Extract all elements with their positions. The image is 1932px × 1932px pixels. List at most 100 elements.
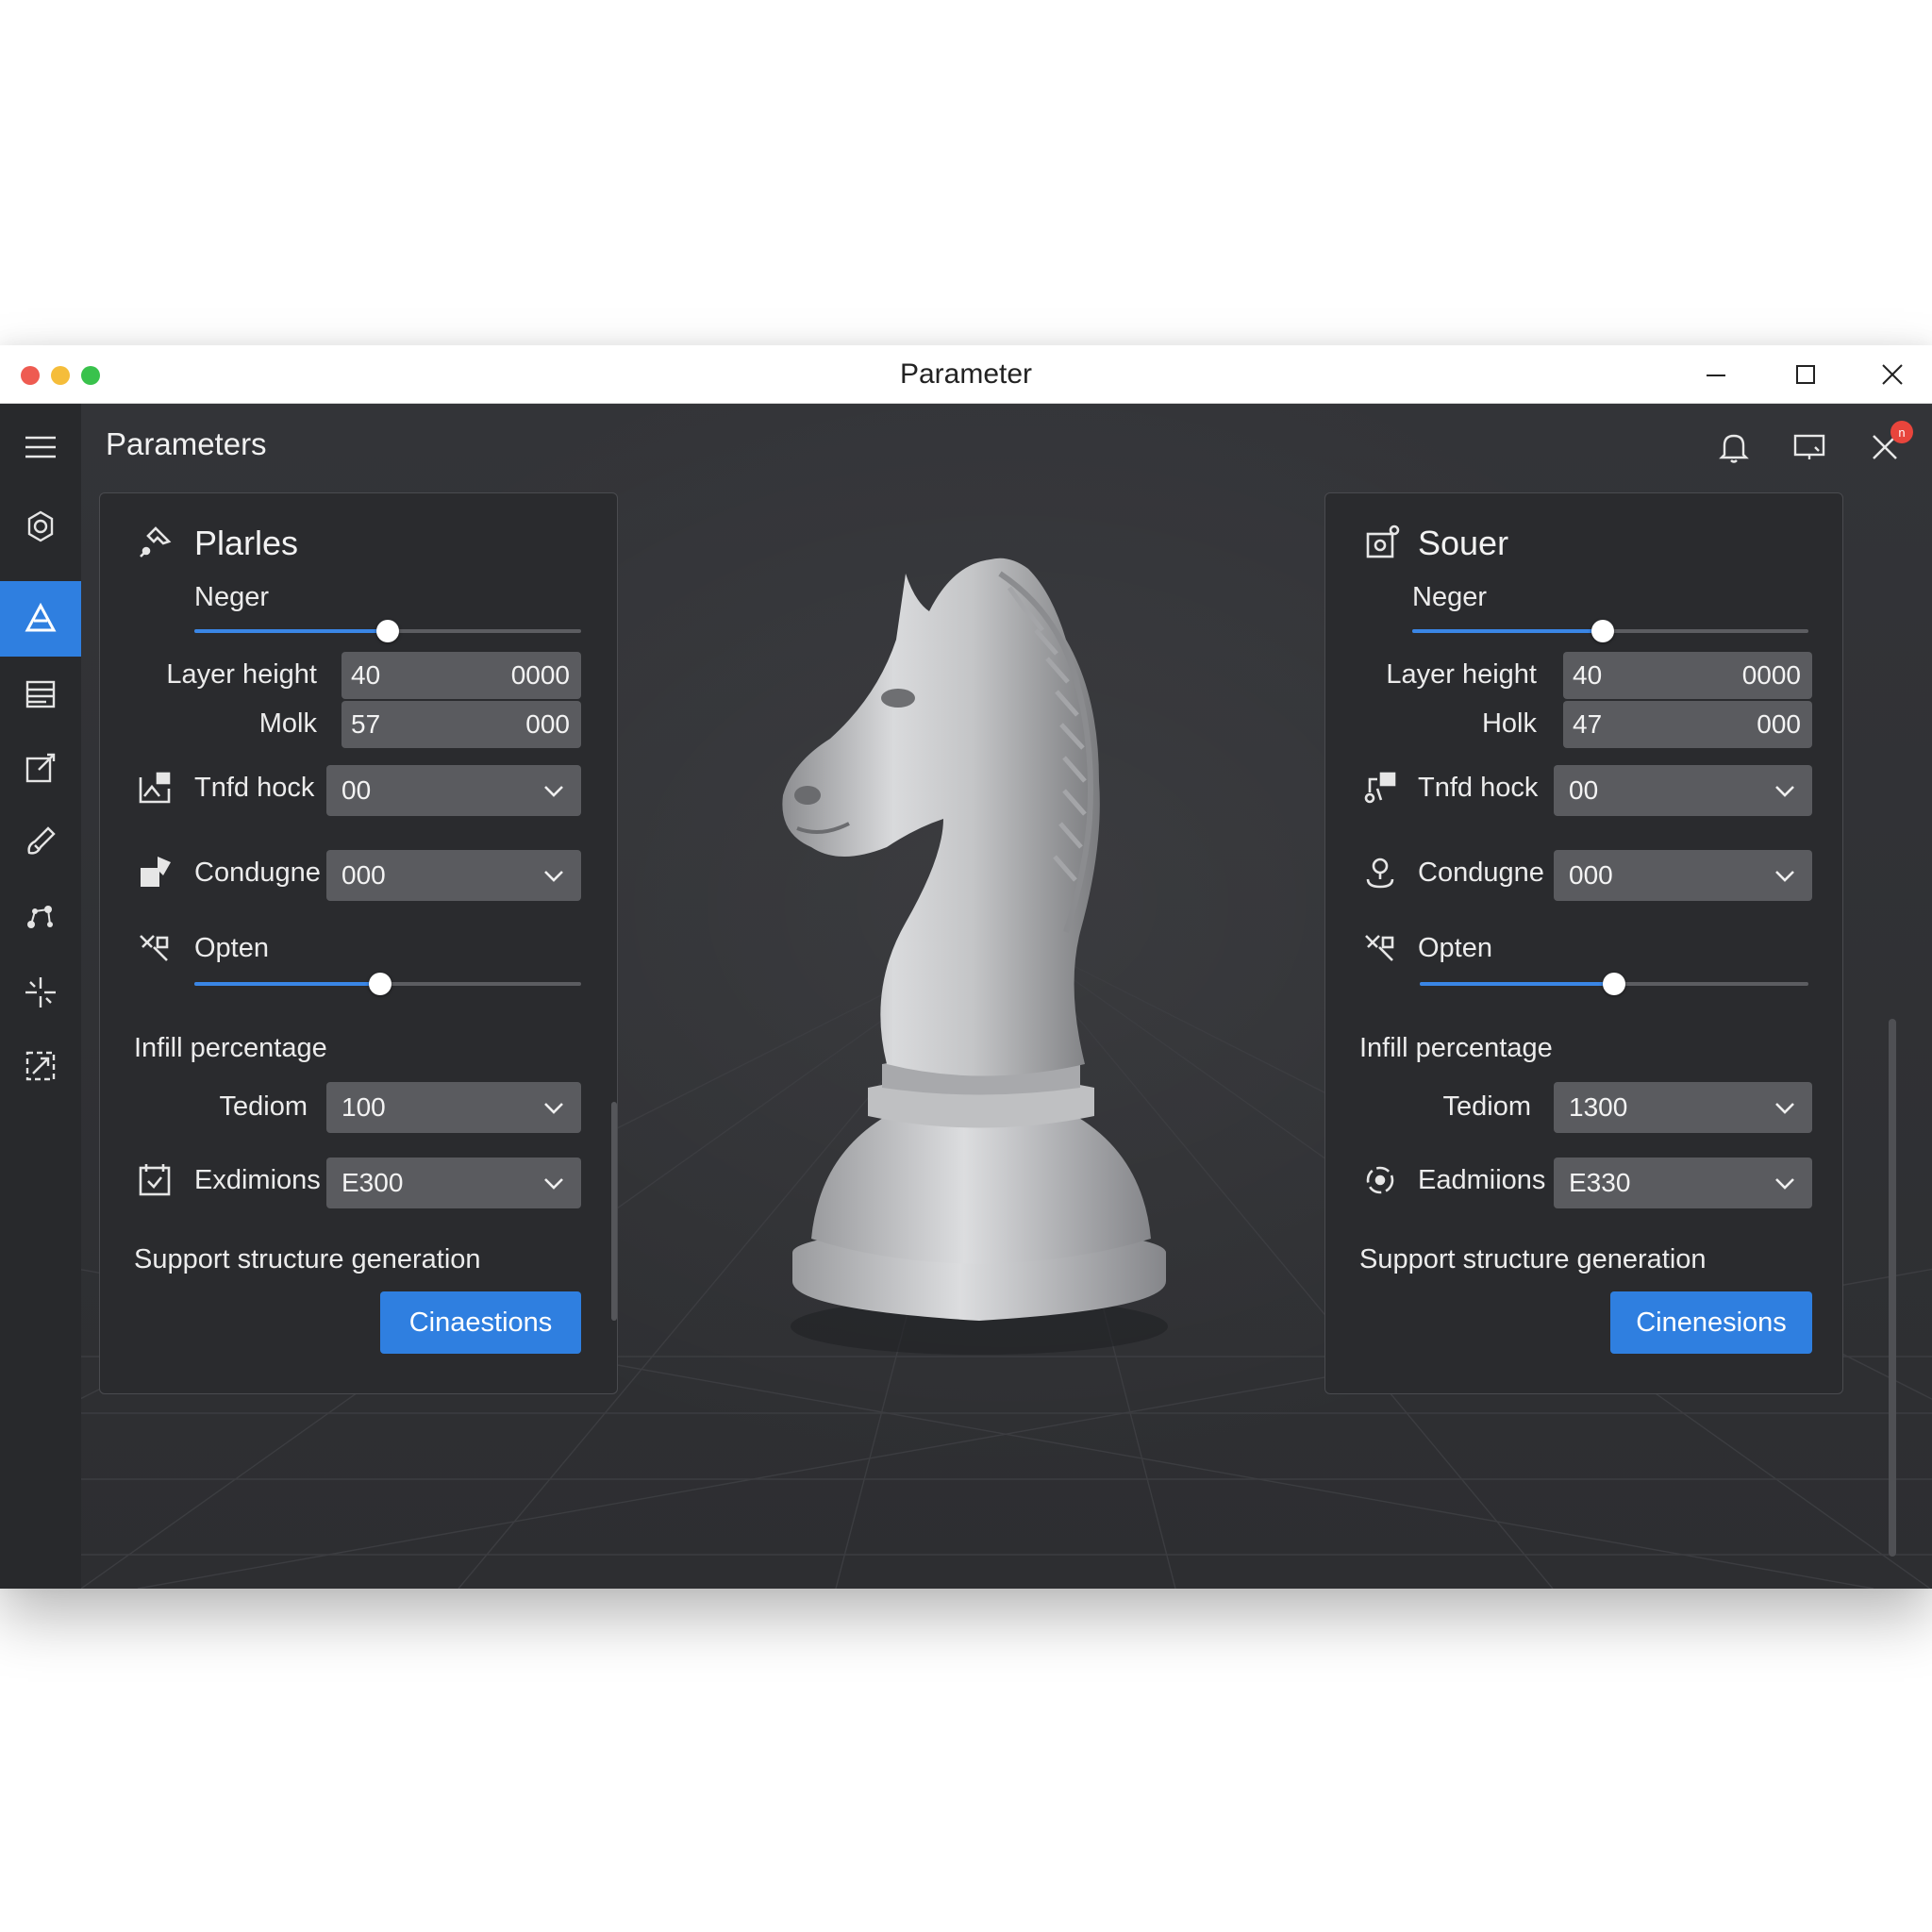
infill-label: Infill percentage (134, 1033, 327, 1063)
neger-label: Neger (1412, 582, 1487, 612)
pin-icon (134, 522, 175, 563)
image-frame-icon (134, 767, 175, 808)
app-body: Parameters n Plarles Neger Layer height … (0, 404, 1932, 1589)
panel-title: Souer (1418, 524, 1509, 562)
minimize-button[interactable] (1692, 353, 1740, 396)
holk-value: 47 (1573, 709, 1603, 739)
neger-slider[interactable] (1412, 620, 1808, 642)
hamburger-icon (25, 436, 56, 458)
layer-height-label: Layer height (166, 659, 317, 690)
support-label: Support structure generation (1359, 1244, 1707, 1274)
tediom-select[interactable]: 1300 (1554, 1082, 1812, 1133)
display-button[interactable] (1785, 423, 1834, 472)
sidebar-item-brush[interactable] (0, 804, 81, 879)
tnfd-value: 00 (1569, 775, 1599, 805)
exdim-label: Exdimions (194, 1165, 321, 1195)
neger-label: Neger (194, 582, 269, 612)
layer-height-extra: 0000 (1741, 660, 1801, 690)
close-icon (1882, 364, 1903, 385)
holk-field[interactable]: 47 000 (1563, 701, 1812, 748)
box-arrow-icon (134, 852, 175, 893)
holk-field[interactable]: 57 000 (341, 701, 581, 748)
viewport-scrollbar[interactable] (1889, 1019, 1896, 1557)
exdim-select[interactable]: E330 (1554, 1158, 1812, 1208)
generate-button[interactable]: Cinaestions (380, 1291, 581, 1354)
tools-icon (1359, 927, 1401, 969)
sidebar-item-sparkle[interactable] (0, 955, 81, 1030)
maximize-icon (1796, 365, 1815, 384)
tediom-select[interactable]: 100 (326, 1082, 581, 1133)
tnfd-select[interactable]: 00 (1554, 765, 1812, 816)
chevron-down-icon (544, 786, 563, 797)
panel-title: Plarles (194, 524, 299, 562)
link-image-icon (1359, 767, 1401, 808)
layers-icon (25, 680, 56, 708)
condugne-value: 000 (341, 860, 386, 890)
exdim-label: Eadmiions (1418, 1165, 1546, 1195)
condugne-select[interactable]: 000 (326, 850, 581, 901)
title-bar: Parameter (0, 345, 1932, 404)
sidebar-item-resize[interactable] (0, 1028, 81, 1104)
settings-panel-left: Plarles Neger Layer height 40 0000 Molk … (99, 492, 618, 1394)
chevron-down-icon (1775, 1178, 1794, 1190)
panel-scrollbar-left[interactable] (611, 1102, 617, 1321)
exdim-select[interactable]: E300 (326, 1158, 581, 1208)
settings-panel-right: Souer Neger Layer height 40 0000 Holk 47… (1324, 492, 1843, 1394)
app-window: Parameter Parameters n Plarles Neger Lay… (0, 345, 1932, 1589)
slider-thumb[interactable] (1603, 973, 1625, 995)
condugne-label: Condugne (194, 858, 321, 888)
screen-icon (1793, 434, 1825, 459)
sidebar-item-model[interactable] (0, 489, 81, 564)
slider-thumb[interactable] (376, 620, 399, 642)
holk-value: 57 (351, 709, 381, 739)
chess-knight-model[interactable] (726, 536, 1217, 1366)
tnfd-label: Tnfd hock (1418, 773, 1539, 803)
sidebar (0, 404, 81, 1589)
chevron-down-icon (544, 871, 563, 882)
open-slider[interactable] (194, 973, 581, 995)
tnfd-select[interactable]: 00 (326, 765, 581, 816)
bell-icon (1719, 434, 1749, 463)
condugne-label: Condugne (1418, 858, 1544, 888)
exdim-value: E300 (341, 1168, 404, 1197)
layer-height-label: Layer height (1386, 659, 1537, 690)
sidebar-item-triangle[interactable] (0, 581, 81, 657)
holk-extra: 000 (1757, 709, 1801, 739)
hamburger-menu-button[interactable] (0, 409, 81, 485)
open-label: Opten (194, 933, 269, 963)
open-label: Opten (1418, 933, 1492, 963)
tediom-label: Tediom (219, 1091, 308, 1122)
window-title: Parameter (899, 358, 1033, 390)
maximize-button[interactable] (1782, 353, 1829, 396)
sparkle-icon (25, 977, 56, 1008)
layer-height-field[interactable]: 40 0000 (341, 652, 581, 699)
page-title: Parameters (106, 426, 267, 461)
chevron-down-icon (544, 1103, 563, 1114)
holk-label: Molk (258, 708, 317, 739)
layer-height-field[interactable]: 40 0000 (1563, 652, 1812, 699)
tediom-value: 1300 (1569, 1092, 1628, 1122)
chevron-down-icon (1775, 1103, 1794, 1114)
infill-label: Infill percentage (1359, 1033, 1553, 1063)
chevron-down-icon (544, 1178, 563, 1190)
resize-icon (25, 1051, 56, 1081)
sidebar-item-edit[interactable] (0, 730, 81, 806)
close-button[interactable] (1869, 353, 1916, 396)
tediom-label: Tediom (1442, 1091, 1532, 1122)
sidebar-item-layers[interactable] (0, 657, 81, 732)
chevron-down-icon (1775, 786, 1794, 797)
sidebar-item-nodes[interactable] (0, 879, 81, 955)
brush-icon (27, 826, 56, 855)
neger-slider[interactable] (194, 620, 581, 642)
notifications-button[interactable] (1709, 423, 1758, 472)
tnfd-value: 00 (341, 775, 372, 805)
slider-thumb[interactable] (1591, 620, 1614, 642)
condugne-select[interactable]: 000 (1554, 850, 1812, 901)
slider-thumb[interactable] (368, 973, 391, 995)
generate-button[interactable]: Cinenesions (1610, 1291, 1812, 1354)
open-slider[interactable] (1420, 973, 1808, 995)
calendar-icon (134, 1159, 175, 1201)
layer-height-extra: 0000 (510, 660, 570, 690)
notification-badge: n (1890, 421, 1913, 443)
exdim-value: E330 (1569, 1168, 1631, 1197)
